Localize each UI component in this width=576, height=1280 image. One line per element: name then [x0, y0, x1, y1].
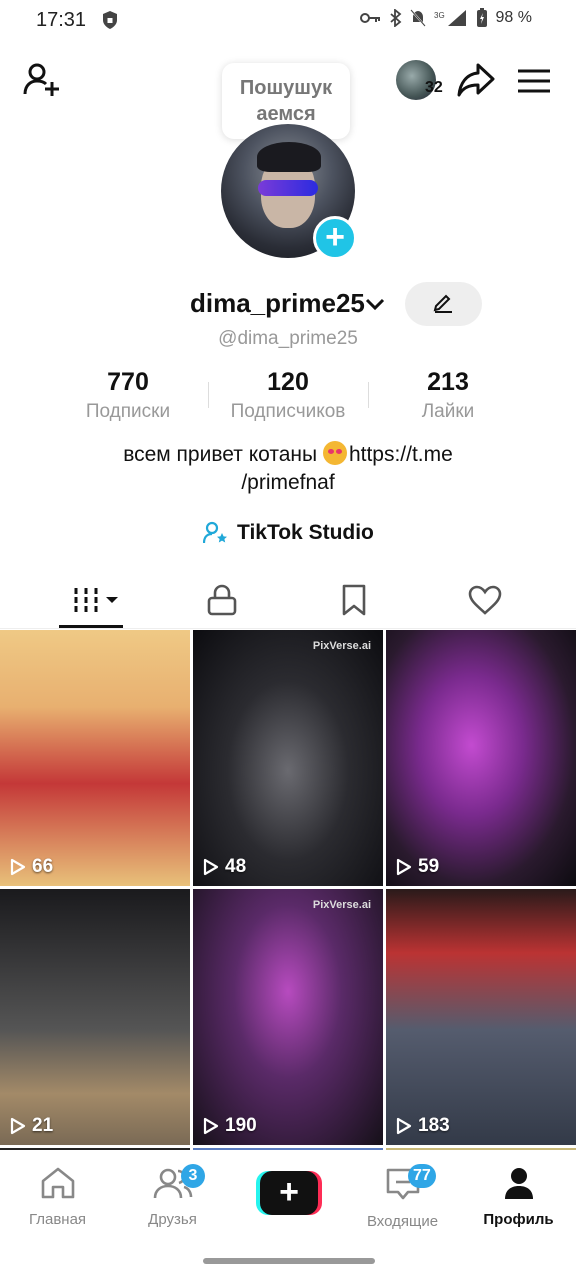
tab-saved[interactable] [282, 572, 426, 628]
view-count: 66 [10, 856, 53, 878]
stat-following-value: 770 [107, 368, 149, 396]
create-plus-icon: + [260, 1171, 318, 1215]
profile-bio: всем привет котаны https://t.me /primefn… [0, 441, 576, 497]
nav-friends[interactable]: 3 Друзья [115, 1164, 230, 1228]
heart-eyes-cat-icon [322, 441, 347, 465]
avatar-glasses [258, 180, 318, 196]
play-icon [203, 858, 219, 876]
play-icon [10, 1117, 26, 1135]
heart-icon [468, 585, 502, 615]
tab-liked[interactable] [413, 572, 557, 628]
watermark: PixVerse.ai [312, 899, 371, 911]
bio-link[interactable]: https://t.me [349, 443, 453, 466]
stat-following[interactable]: 770 Подписки [48, 368, 208, 423]
studio-user-icon [203, 521, 227, 544]
share-icon[interactable] [456, 62, 496, 98]
stat-followers-label: Подписчиков [230, 401, 346, 422]
bio-link-cont[interactable]: /primefnaf [0, 469, 576, 497]
menu-icon[interactable] [517, 68, 551, 94]
status-icons: 3G 98 % [359, 8, 532, 28]
signal-icon: 3G [434, 10, 466, 26]
nav-inbox[interactable]: 77 Входящие [345, 1164, 460, 1230]
play-icon [396, 858, 412, 876]
stat-followers-value: 120 [267, 368, 309, 396]
nav-home-label: Главная [28, 1211, 87, 1228]
stat-likes-label: Лайки [421, 401, 475, 422]
profile-icon [504, 1168, 533, 1199]
stat-following-label: Подписки [85, 401, 171, 422]
video-tile[interactable]: PixVerse.ai 48 [193, 630, 383, 886]
status-time: 17:31 [36, 9, 87, 31]
friends-badge: 3 [181, 1164, 205, 1188]
profile-tabs [0, 572, 576, 629]
view-count-text: 183 [418, 1115, 450, 1136]
view-count-text: 190 [225, 1115, 257, 1136]
add-story-button[interactable]: + [313, 216, 357, 260]
nav-profile[interactable]: Профиль [461, 1166, 576, 1228]
video-tile[interactable]: PixVerse.ai 190 [193, 889, 383, 1145]
pencil-icon [433, 294, 452, 313]
video-tile[interactable]: 66 [0, 630, 190, 886]
grid-icon [74, 588, 118, 612]
home-icon [41, 1167, 74, 1199]
play-icon [203, 1117, 219, 1135]
view-count: 190 [203, 1115, 257, 1137]
create-button[interactable]: + [256, 1171, 322, 1215]
story-count: 32 [425, 79, 443, 96]
play-icon [10, 858, 26, 876]
tab-private[interactable] [150, 572, 294, 628]
stat-followers[interactable]: 120 Подписчиков [208, 368, 368, 423]
nav-friends-label: Друзья [148, 1211, 197, 1228]
view-count-text: 59 [418, 856, 440, 877]
stat-likes[interactable]: 213 Лайки [368, 368, 528, 423]
video-tile[interactable]: 21 [0, 889, 190, 1145]
gesture-bar[interactable] [203, 1258, 375, 1264]
add-friend-icon[interactable] [22, 60, 62, 100]
nav-home[interactable]: Главная [0, 1166, 115, 1228]
chevron-down-icon[interactable] [364, 296, 386, 312]
video-tile[interactable]: 183 [386, 889, 576, 1145]
video-tile[interactable]: 59 [386, 630, 576, 886]
watermark: PixVerse.ai [312, 640, 371, 652]
profile-handle: @dima_prime25 [218, 328, 358, 349]
view-count-text: 66 [32, 856, 54, 877]
tooltip-line-1: Пошушук [239, 77, 333, 99]
view-count: 183 [396, 1115, 450, 1137]
view-count: 48 [203, 856, 246, 878]
edit-profile-button[interactable] [405, 282, 482, 326]
view-count: 59 [396, 856, 439, 878]
shield-icon [103, 11, 117, 29]
key-icon [359, 13, 380, 23]
play-icon [396, 1117, 412, 1135]
bio-line-1: всем привет котаны https://t.me [0, 441, 576, 469]
avatar-hair [257, 142, 321, 172]
nav-inbox-label: Входящие [366, 1213, 439, 1230]
view-count: 21 [10, 1115, 53, 1137]
bio-text: всем привет котаны [123, 443, 323, 466]
status-bar: 17:31 3G 98 % [0, 0, 576, 40]
battery-icon [476, 8, 487, 27]
mute-icon [409, 9, 426, 27]
view-count-text: 21 [32, 1115, 54, 1136]
battery-percent: 98 % [495, 9, 532, 26]
stat-likes-value: 213 [427, 368, 469, 396]
tab-videos[interactable] [25, 572, 169, 628]
inbox-badge: 77 [408, 1164, 436, 1188]
active-tab-indicator [59, 625, 123, 628]
bookmark-icon [342, 584, 366, 616]
view-count-text: 48 [225, 856, 247, 877]
nav-profile-label: Профиль [483, 1211, 554, 1228]
studio-label: TikTok Studio [237, 521, 374, 544]
svg-text:3G: 3G [434, 11, 445, 20]
lock-icon [207, 584, 237, 616]
tiktok-studio-link[interactable]: TikTok Studio [203, 518, 374, 548]
profile-username: dima_prime25 [190, 288, 365, 318]
bluetooth-icon [389, 9, 401, 27]
